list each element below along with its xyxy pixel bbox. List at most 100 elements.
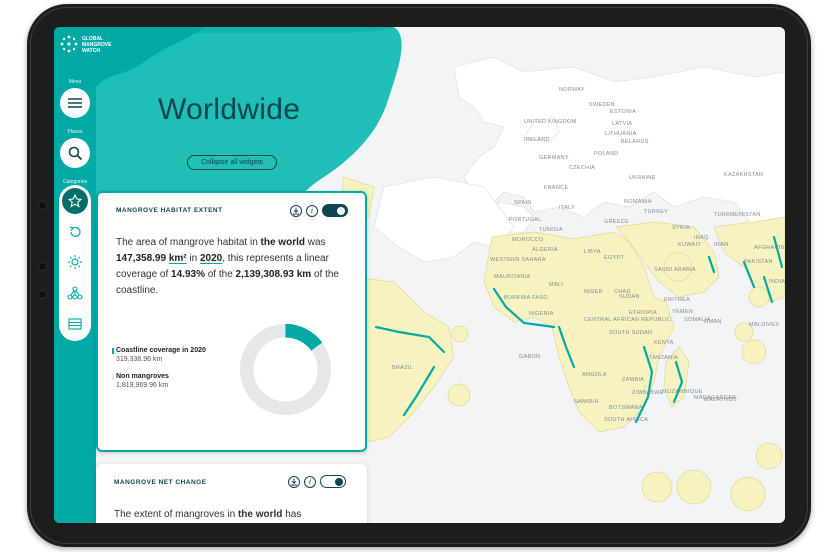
map-label: NORWAY (559, 87, 585, 93)
legend-swatch (112, 374, 114, 380)
map-label: SAUDI ARABIA (654, 267, 696, 273)
info-icon[interactable]: i (306, 204, 318, 217)
map-label: PAKISTAN (744, 259, 773, 265)
map-label: MOROCCO (512, 237, 544, 243)
download-icon[interactable] (288, 475, 300, 488)
widget-mangrove-habitat-extent: MANGROVE HABITAT EXTENT i The area of ma… (96, 191, 367, 452)
desc-text: was (304, 237, 326, 248)
map-label: INDIA (769, 279, 785, 285)
map-label: SPAIN (514, 200, 532, 206)
menu-label: Menu (68, 79, 82, 85)
map-label: KAZAKHSTAN (724, 172, 764, 178)
legend-value: 319,338.96 km (116, 356, 163, 363)
map-label: ZAMBIA (622, 377, 645, 383)
desc-coverage-pct: 14.93% (171, 269, 205, 280)
map-label: TURKMENISTAN (714, 212, 761, 218)
map-label: UKRAINE (629, 175, 656, 181)
desc-location: the world (260, 237, 305, 248)
category-network[interactable] (62, 280, 88, 306)
map-label: EGYPT (604, 255, 625, 261)
hamburger-icon (68, 98, 82, 108)
legend-label: Non mangroves (116, 373, 169, 380)
legend-label: Coastline coverage in 2020 (116, 347, 206, 354)
legend-swatch (112, 348, 114, 354)
donut-coverage-segment (285, 323, 323, 351)
widget-visibility-toggle[interactable] (322, 204, 348, 217)
widget-title: MANGROVE HABITAT EXTENT (116, 207, 223, 214)
map-label: KENYA (654, 340, 674, 346)
desc-text: The area of mangrove habitat in (116, 237, 261, 248)
history-icon (69, 226, 81, 238)
places-label: Places (67, 129, 83, 135)
collapse-all-button[interactable]: Collapse all widgets (187, 155, 277, 170)
widget-description: The area of mangrove habitat in the worl… (116, 235, 351, 299)
map-label: NIGERIA (529, 311, 554, 317)
year-selector[interactable]: 2020 (200, 253, 222, 264)
map-label: MAURITANIA (494, 274, 531, 280)
map-label: BOTSWANA (609, 405, 643, 411)
map-label: ZIMBABWE (632, 390, 664, 396)
map-label: ANGOLA (582, 372, 607, 378)
map-label: GREECE (604, 219, 630, 225)
desc-text: has (282, 509, 302, 520)
page-title: Worldwide (158, 93, 301, 126)
desc-area-value: 147,358.99 (116, 253, 167, 264)
desc-text: The extent of mangroves in (114, 509, 238, 520)
map-label: IRELAND (524, 137, 550, 143)
map-label: IRAQ (694, 235, 709, 241)
side-sensor-icon (38, 290, 47, 299)
map-label: LATVIA (612, 121, 633, 127)
desc-location: the world (237, 509, 283, 520)
map-label: WESTERN SAHARA (490, 257, 546, 263)
logo-line-3: WATCH (82, 48, 100, 54)
unit-selector[interactable]: km² (169, 253, 187, 264)
map-label: ITALY (559, 205, 575, 211)
map-label: NIGER (584, 289, 603, 295)
category-card[interactable] (62, 311, 88, 337)
widget-controls: i (290, 204, 348, 217)
category-sun[interactable] (62, 249, 88, 275)
map-label: ESTONIA (610, 109, 637, 115)
logo-text: GLOBAL MANGROVE WATCH (82, 36, 122, 54)
network-icon (67, 286, 83, 300)
app-screen: UNITED KINGDOM IRELAND NORWAY SWEDEN ESTONIA… (54, 27, 785, 523)
sidebar: GLOBAL MANGROVE WATCH Menu Places Catego… (54, 27, 111, 523)
map-label: POLAND (594, 151, 619, 157)
map-label: YEMEN (672, 309, 694, 315)
categories-menu (59, 185, 91, 341)
map-label: TANZANIA (649, 355, 679, 361)
map-label: SOMALIA (684, 317, 711, 323)
map-label: ALGERIA (532, 247, 558, 253)
widget-description: The extent of mangroves in the world has (114, 509, 349, 520)
map-label: ERITREA (664, 297, 690, 303)
map-label: BURKINA FASO (504, 295, 548, 301)
side-sensor-icon (38, 262, 47, 271)
menu-button[interactable] (60, 88, 90, 118)
logo[interactable]: GLOBAL MANGROVE WATCH (60, 35, 120, 63)
places-search-button[interactable] (60, 138, 90, 168)
desc-coastline-value: 2,139,308.93 km (235, 269, 312, 280)
widget-controls: i (288, 475, 346, 488)
map-label: BELARUS (621, 139, 649, 145)
legend-value: 1,819,969.96 km (116, 382, 169, 389)
category-history[interactable] (62, 219, 88, 245)
card-icon (68, 318, 82, 330)
map-label: NAMIBIA (574, 399, 599, 405)
category-star[interactable] (62, 188, 88, 214)
logo-icon (60, 35, 78, 53)
map-label: CZECHIA (569, 165, 596, 171)
map-label: SYRIA (672, 225, 691, 231)
info-icon[interactable]: i (304, 475, 316, 488)
widget-visibility-toggle[interactable] (320, 475, 346, 488)
widget-title: MANGROVE NET CHANGE (114, 479, 207, 486)
map-label: IRAN (714, 242, 729, 248)
coverage-donut-chart (239, 323, 332, 416)
map-label: KUWAIT (678, 242, 701, 248)
download-icon[interactable] (290, 204, 302, 217)
map-label: MAURITIUS (704, 397, 737, 403)
map-label: TURKEY (644, 209, 669, 215)
legend-item-non-mangroves: Non mangroves 1,819,969.96 km (112, 373, 169, 389)
map-label: GABON (519, 354, 541, 360)
map-label: ETHIOPIA (629, 310, 658, 316)
map-label: LIBYA (584, 249, 601, 255)
